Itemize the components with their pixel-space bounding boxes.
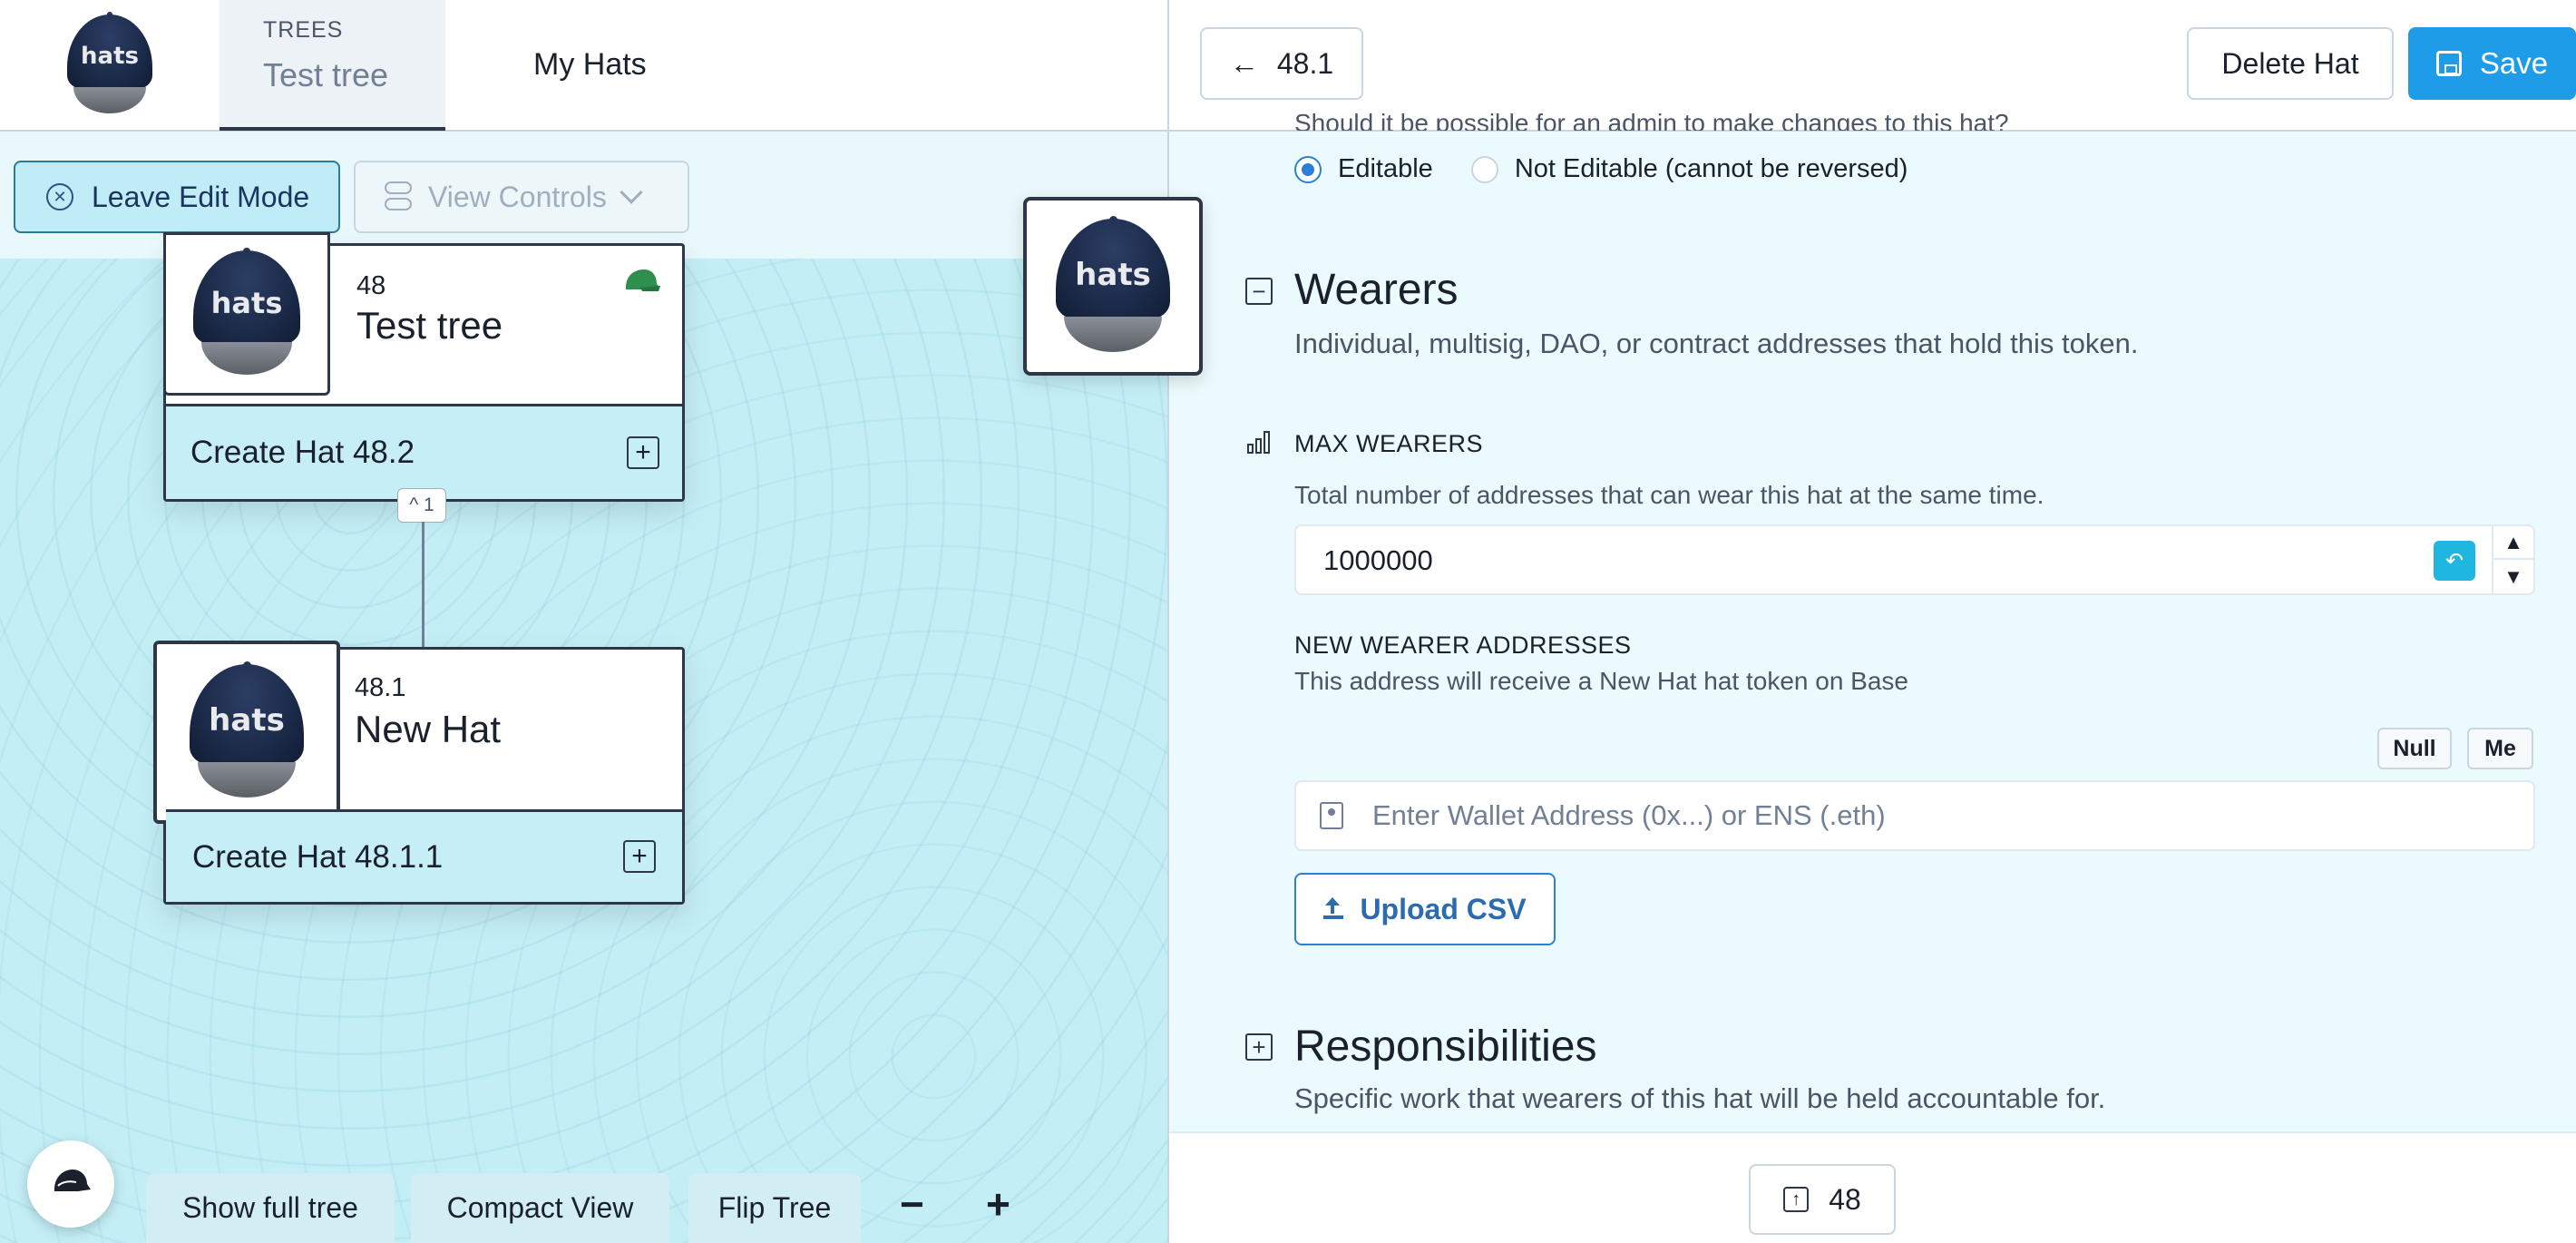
save-button[interactable]: Save	[2408, 27, 2576, 100]
max-wearers-input[interactable]: 1000000 ↶ ▲ ▼	[1294, 524, 2535, 595]
flip-tree-button[interactable]: Flip Tree	[688, 1173, 861, 1243]
parent-label: 48	[1829, 1182, 1861, 1216]
compact-view-button[interactable]: Compact View	[411, 1173, 669, 1243]
hat-name: Test tree	[356, 304, 503, 347]
expand-section-icon[interactable]: +	[1245, 1033, 1273, 1061]
increment-arrow-icon[interactable]: ▲	[2493, 526, 2533, 560]
top-navigation: hats TREES Test tree My Hats	[0, 0, 1167, 132]
create-hat-label: Create Hat 48.2	[190, 435, 415, 470]
create-hat-48-1-1-button[interactable]: Create Hat 48.1.1 +	[166, 809, 682, 902]
arrow-up-square-icon: ↑	[1783, 1187, 1810, 1212]
save-label: Save	[2479, 46, 2549, 80]
upload-icon	[1323, 897, 1344, 919]
my-hats-link[interactable]: My Hats	[533, 47, 647, 83]
bar-chart-icon	[1247, 431, 1270, 454]
wearers-title: Wearers	[1294, 266, 1459, 314]
view-controls-button[interactable]: View Controls	[354, 161, 689, 233]
tab-tree-name: Test tree	[263, 56, 389, 93]
null-address-button[interactable]: Null	[2377, 728, 2452, 769]
responsibilities-title: Responsibilities	[1294, 1023, 1597, 1071]
wallet-address-input[interactable]	[1372, 799, 2506, 832]
wallet-address-field[interactable]	[1294, 780, 2535, 851]
contact-book-icon	[1320, 802, 1343, 829]
max-wearers-label: MAX WEARERS	[1294, 430, 1484, 457]
radio-editable-label[interactable]: Editable	[1338, 154, 1433, 184]
tree-connector	[422, 522, 424, 647]
back-label: 48.1	[1276, 46, 1334, 80]
editor-footer: ↑ 48	[1169, 1131, 2576, 1243]
toggle-icon	[385, 181, 412, 212]
upload-csv-button[interactable]: Upload CSV	[1294, 873, 1556, 945]
collapse-children-badge[interactable]: ^ 1	[397, 488, 446, 523]
plus-square-icon: +	[627, 436, 659, 469]
chevron-down-icon	[620, 181, 643, 204]
new-wearer-addresses-label: NEW WEARER ADDRESSES	[1294, 631, 1632, 659]
save-icon	[2435, 51, 2462, 76]
hat-card-image: hats	[153, 641, 340, 824]
wearers-subtitle: Individual, multisig, DAO, or contract a…	[1294, 328, 2139, 359]
mutability-question: Should it be possible for an admin to ma…	[1294, 109, 2009, 131]
max-wearers-help: Total number of addresses that can wear …	[1294, 481, 2044, 509]
support-chat-button[interactable]	[27, 1140, 114, 1228]
go-to-parent-button[interactable]: ↑ 48	[1749, 1164, 1896, 1235]
new-wearer-addresses-help: This address will receive a New Hat hat …	[1294, 667, 1908, 695]
radio-not-editable-label[interactable]: Not Editable (cannot be reversed)	[1515, 154, 1908, 184]
me-address-button[interactable]: Me	[2467, 728, 2533, 769]
cap-icon	[54, 1170, 91, 1191]
create-hat-label: Create Hat 48.1.1	[192, 838, 444, 875]
hat-editor-panel: ← 48.1 Delete Hat Save Should it be poss…	[1167, 0, 2576, 1243]
create-hat-48-2-button[interactable]: Create Hat 48.2 +	[166, 404, 682, 499]
upload-csv-label: Upload CSV	[1360, 892, 1527, 925]
hat-name: New Hat	[355, 708, 502, 750]
delete-hat-button[interactable]: Delete Hat	[2187, 27, 2394, 100]
hat-icon: hats	[179, 661, 315, 800]
zoom-out-button[interactable]: −	[900, 1179, 924, 1228]
view-controls-label: View Controls	[428, 180, 607, 213]
collapse-section-icon[interactable]: −	[1245, 278, 1273, 305]
radio-not-editable[interactable]	[1470, 155, 1498, 183]
leave-edit-mode-button[interactable]: ✕ Leave Edit Mode	[14, 161, 340, 233]
leave-edit-mode-label: Leave Edit Mode	[92, 180, 310, 213]
responsibilities-subtitle: Specific work that wearers of this hat w…	[1294, 1082, 2106, 1114]
tree-canvas[interactable]: hats TREES Test tree My Hats ✕ Leave Edi…	[0, 0, 1167, 1243]
hat-icon: hats	[1045, 215, 1181, 355]
back-button[interactable]: ← 48.1	[1200, 27, 1363, 100]
hat-card-48[interactable]: hats 48 Test tree Create Hat 48.2 +	[163, 232, 685, 502]
zoom-in-button[interactable]: +	[986, 1179, 1010, 1228]
hat-icon: hats	[183, 248, 310, 377]
close-circle-icon: ✕	[46, 183, 73, 210]
hat-id: 48	[356, 271, 386, 300]
cap-badge-icon	[626, 269, 660, 291]
hat-card-image: hats	[163, 232, 330, 396]
decrement-arrow-icon[interactable]: ▼	[2493, 560, 2533, 593]
arrow-left-icon: ←	[1229, 46, 1259, 80]
app-root: hats TREES Test tree My Hats ✕ Leave Edi…	[0, 0, 2576, 1243]
hat-card-48-1[interactable]: hats 48.1 New Hat Create Hat 48.1.1 +	[153, 641, 685, 905]
plus-square-icon: +	[623, 840, 656, 873]
max-wearers-value: 1000000	[1323, 544, 1433, 576]
hat-icon: hats	[59, 12, 161, 116]
tab-trees[interactable]: TREES Test tree	[220, 0, 445, 131]
tab-trees-label: TREES	[263, 17, 344, 43]
number-stepper: ▲ ▼	[2492, 526, 2533, 593]
hat-id: 48.1	[355, 673, 406, 702]
mutability-radio-group: Editable Not Editable (cannot be reverse…	[1294, 154, 1908, 184]
dragged-hat-image[interactable]: hats	[1023, 197, 1203, 376]
reset-undo-icon[interactable]: ↶	[2434, 541, 2475, 581]
show-full-tree-button[interactable]: Show full tree	[146, 1173, 395, 1243]
radio-editable[interactable]	[1294, 155, 1322, 183]
hats-logo[interactable]: hats	[0, 0, 220, 131]
